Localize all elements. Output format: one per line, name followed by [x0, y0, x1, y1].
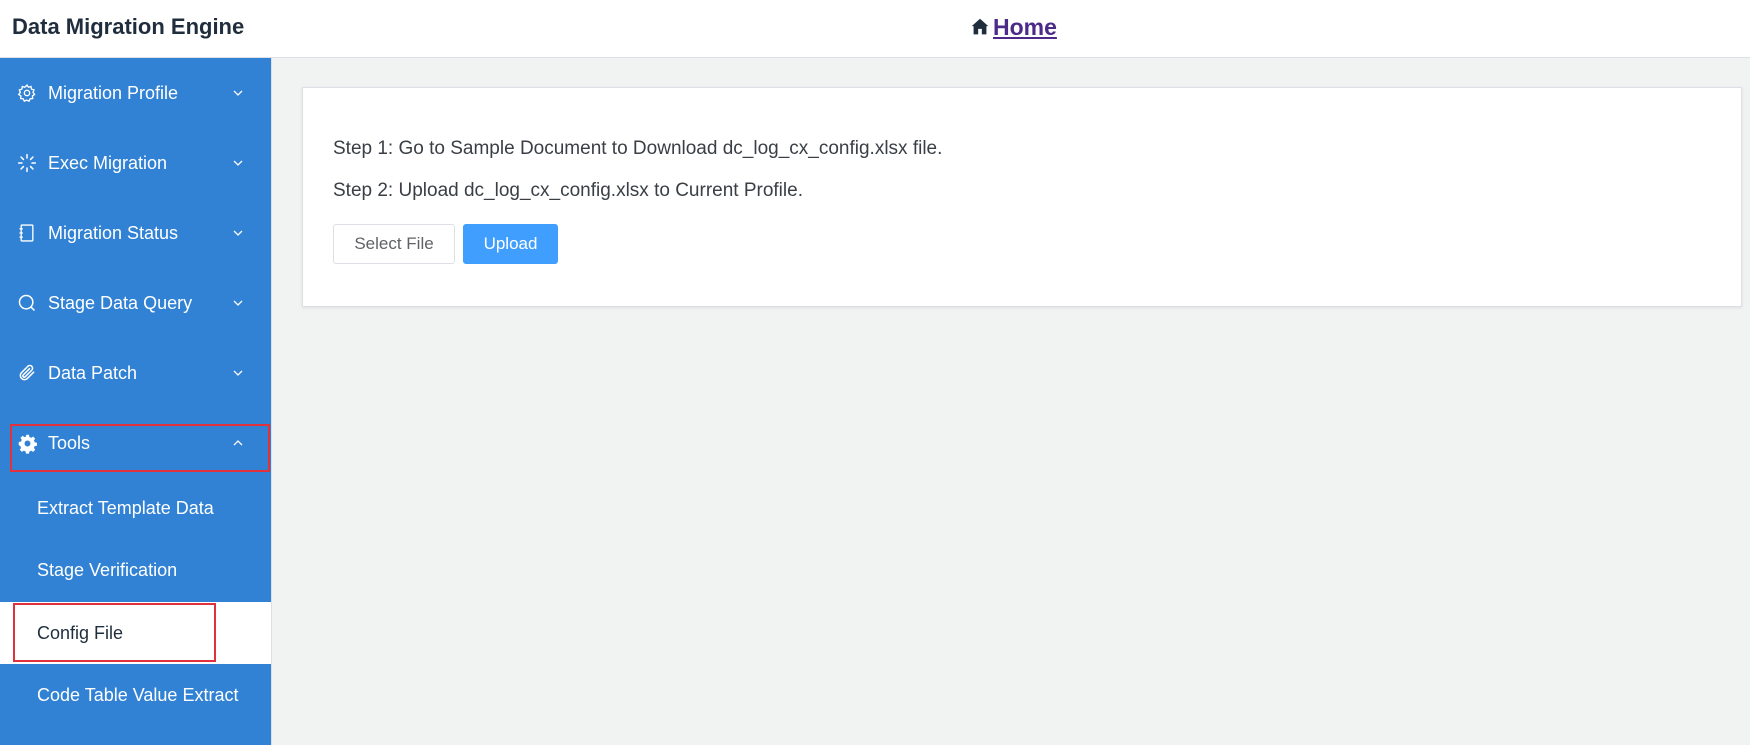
- submenu-item-code-table-value-extract[interactable]: Code Table Value Extract: [0, 664, 271, 726]
- paperclip-icon: [16, 362, 38, 384]
- sidebar-item-stage-data-query[interactable]: Stage Data Query: [0, 268, 271, 338]
- sidebar-item-tools[interactable]: Tools: [0, 408, 271, 478]
- notebook-icon: [16, 222, 38, 244]
- sidebar-item-exec-migration[interactable]: Exec Migration: [0, 128, 271, 198]
- sidebar-item-label: Migration Profile: [48, 82, 179, 103]
- chevron-down-icon: [231, 226, 245, 240]
- chevron-up-icon: [231, 436, 245, 450]
- app-title: Data Migration Engine: [12, 14, 245, 39]
- gear-outline-icon: [16, 82, 38, 104]
- sidebar-item-data-patch[interactable]: Data Patch: [0, 338, 271, 408]
- sidebar-item-label: Exec Migration: [48, 152, 168, 173]
- main-content: Step 1: Go to Sample Document to Downloa…: [272, 58, 1750, 745]
- submenu-item-stage-verification[interactable]: Stage Verification: [0, 539, 271, 601]
- step1-text: Step 1: Go to Sample Document to Downloa…: [333, 138, 943, 159]
- sidebar-item-label: Tools: [48, 432, 91, 453]
- home-link[interactable]: Home: [969, 12, 1057, 43]
- chevron-down-icon: [231, 86, 245, 100]
- gear-filled-icon: [16, 432, 38, 454]
- search-icon: [16, 292, 38, 314]
- home-icon: [969, 12, 991, 43]
- submenu-item-config-file[interactable]: Config File: [0, 602, 271, 664]
- upload-button[interactable]: Upload: [463, 224, 558, 264]
- sidebar-item-label: Stage Data Query: [48, 292, 193, 313]
- sidebar-item-migration-status[interactable]: Migration Status: [0, 198, 271, 268]
- sidebar-item-label: Migration Status: [48, 222, 179, 243]
- chevron-down-icon: [231, 156, 245, 170]
- select-file-button[interactable]: Select File: [333, 224, 455, 264]
- sidebar: Migration Profile Exec Migration Migrati…: [0, 58, 272, 745]
- loading-spinner-icon: [16, 152, 38, 174]
- chevron-down-icon: [231, 366, 245, 380]
- chevron-down-icon: [231, 296, 245, 310]
- sidebar-item-label: Data Patch: [48, 362, 138, 383]
- home-link-label: Home: [993, 14, 1057, 40]
- submenu-item-extract-template-data[interactable]: Extract Template Data: [0, 477, 271, 539]
- config-file-card: Step 1: Go to Sample Document to Downloa…: [302, 87, 1742, 307]
- step2-text: Step 2: Upload dc_log_cx_config.xlsx to …: [333, 180, 803, 201]
- top-bar: Data Migration Engine Home: [0, 0, 1750, 58]
- sidebar-item-migration-profile[interactable]: Migration Profile: [0, 58, 271, 128]
